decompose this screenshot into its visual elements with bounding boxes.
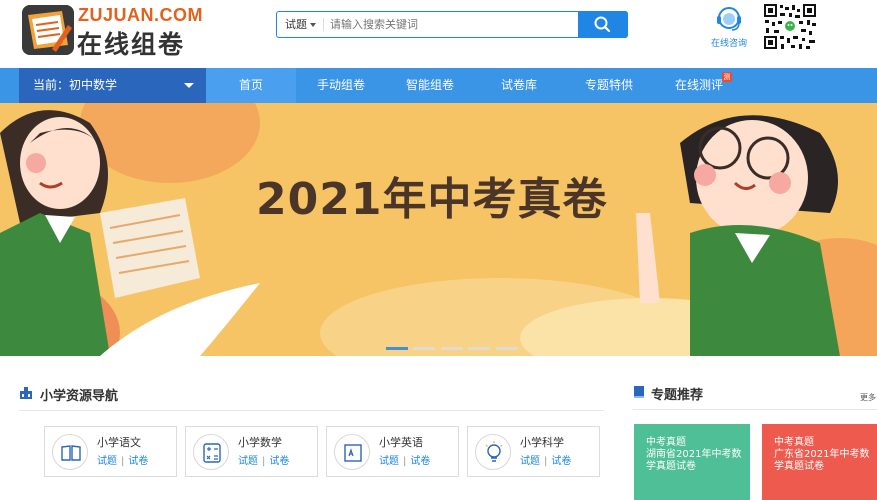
subject-selector[interactable]: 当前：初中数学 [19, 68, 206, 103]
papers-link[interactable]: 试卷 [410, 456, 430, 467]
book-icon [634, 386, 644, 398]
search-icon [594, 16, 611, 33]
questions-link[interactable]: 试题 [520, 456, 540, 467]
search-type-label: 试题 [285, 18, 307, 31]
topic-card[interactable]: 中考真题 广东省2021年中考数学真题试卷 [762, 424, 877, 500]
nav-item-home[interactable]: 首页 [206, 68, 296, 103]
resource-card-math: 小学数学 试题 | 试卷 [185, 426, 318, 477]
book-icon [52, 434, 88, 470]
nav-item-paper-library[interactable]: 试卷库 [474, 68, 564, 103]
resource-card-links: 试题 | 试卷 [97, 456, 149, 467]
chevron-down-icon [310, 23, 316, 27]
calculator-icon [193, 434, 229, 470]
section-divider [633, 409, 877, 410]
search-button[interactable] [578, 11, 628, 38]
resource-card-science: 小学科学 试题 | 试卷 [467, 426, 600, 477]
site-header: ZUJUAN.COM 在线组卷 试题 在线咨询 [0, 0, 877, 68]
logo-name-text: 在线组卷 [77, 30, 186, 59]
questions-link[interactable]: 试题 [379, 456, 399, 467]
resource-card-title: 小学数学 [238, 436, 282, 449]
school-icon [20, 387, 32, 399]
nav-item-special-topics[interactable]: 专题特供 [564, 68, 654, 103]
topic-card[interactable]: 中考真题 湖南省2021年中考数学真题试卷 [634, 424, 750, 500]
chevron-down-icon [184, 83, 194, 88]
carousel-dot[interactable] [468, 347, 490, 350]
resource-card-chinese: 小学语文 试题 | 试卷 [44, 426, 177, 477]
resources-section-title: 小学资源导航 [40, 389, 119, 404]
resource-card-title: 小学语文 [97, 436, 141, 449]
papers-link[interactable]: 试卷 [551, 456, 571, 467]
topic-name: 湖南省2021年中考数学真题试卷 [646, 449, 742, 472]
search-divider [323, 18, 324, 31]
topic-tag: 中考真题 [646, 437, 686, 448]
search-bar: 试题 [276, 11, 628, 38]
search-input[interactable] [325, 12, 575, 37]
carousel-dot[interactable] [441, 347, 463, 350]
logo-mark-icon [22, 5, 74, 55]
questions-link[interactable]: 试题 [97, 456, 117, 467]
resource-card-english: 小学英语 试题 | 试卷 [326, 426, 459, 477]
section-divider [19, 410, 604, 411]
logo-domain-text: ZUJUAN.COM [78, 5, 203, 25]
resource-card-title: 小学科学 [520, 436, 564, 449]
topics-section-title: 专题推荐 [651, 388, 704, 403]
bulb-icon [475, 434, 511, 470]
headset-icon [717, 7, 741, 31]
papers-link[interactable]: 试卷 [269, 456, 289, 467]
topic-name: 广东省2021年中考数学真题试卷 [774, 449, 870, 472]
subject-selector-label: 当前：初中数学 [33, 78, 118, 92]
abc-icon [334, 434, 370, 470]
resource-card-title: 小学英语 [379, 436, 423, 449]
carousel-dot[interactable] [386, 347, 408, 350]
topic-tag: 中考真题 [774, 437, 814, 448]
consult-label: 在线咨询 [710, 39, 747, 49]
banner-title: 2021年中考真卷 [256, 174, 608, 225]
papers-link[interactable]: 试卷 [128, 456, 148, 467]
resource-card-links: 试题 | 试卷 [520, 456, 572, 467]
carousel-dot[interactable] [413, 347, 435, 350]
resource-card-links: 试题 | 试卷 [379, 456, 431, 467]
questions-link[interactable]: 试题 [238, 456, 258, 467]
online-consult-link[interactable]: 在线咨询 [706, 4, 752, 49]
new-badge: 测 [722, 72, 732, 82]
main-nav: 当前：初中数学 首页 手动组卷 智能组卷 试卷库 专题特供 在线测评 测 [0, 68, 877, 103]
carousel-dot[interactable] [496, 347, 518, 350]
banner-illustration [0, 103, 877, 356]
more-link[interactable]: 更多 [860, 392, 876, 403]
resource-card-links: 试题 | 试卷 [238, 456, 290, 467]
nav-item-manual-paper[interactable]: 手动组卷 [296, 68, 386, 103]
qr-code [763, 3, 817, 50]
nav-item-smart-paper[interactable]: 智能组卷 [386, 68, 474, 103]
hero-banner[interactable]: 2021年中考真卷 [0, 103, 877, 356]
search-type-select[interactable]: 试题 [277, 12, 323, 37]
site-logo[interactable]: ZUJUAN.COM 在线组卷 [22, 5, 212, 59]
